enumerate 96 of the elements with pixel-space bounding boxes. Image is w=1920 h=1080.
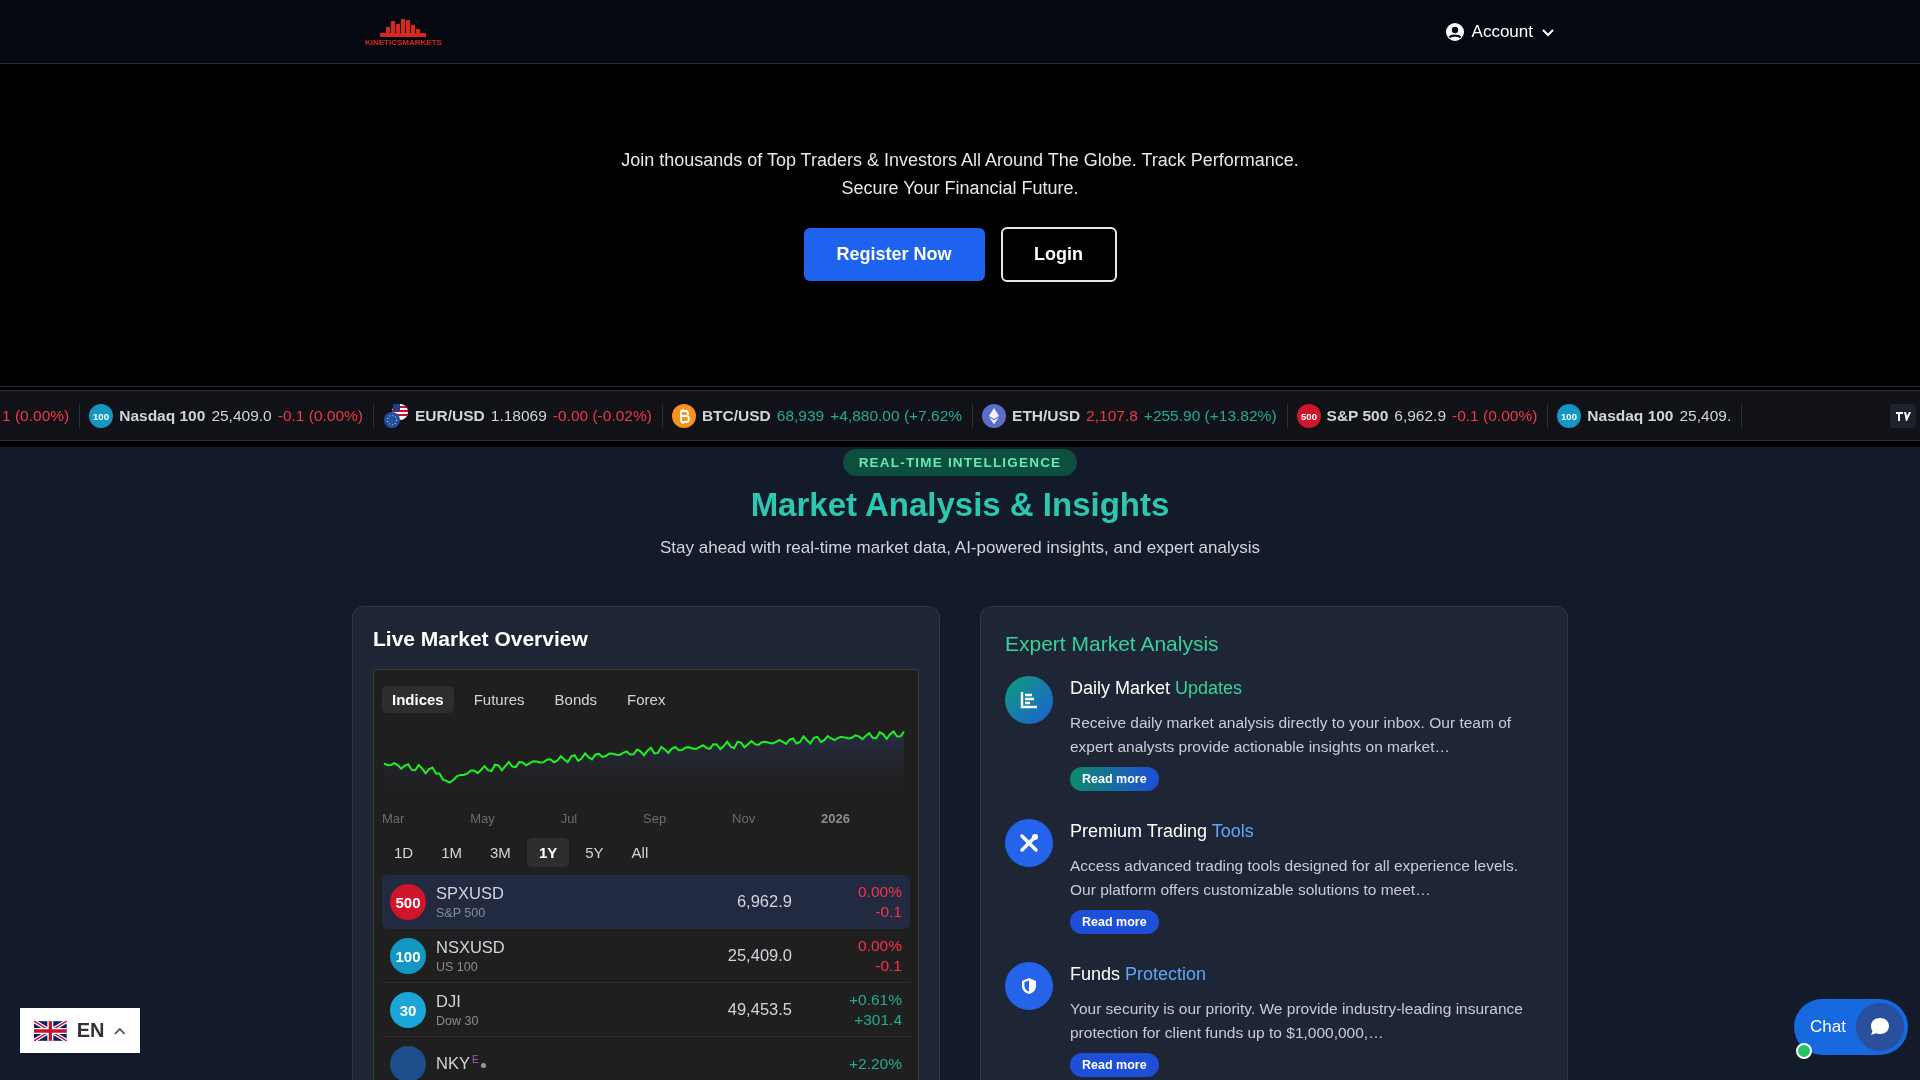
- range-button[interactable]: All: [619, 838, 661, 867]
- ticker-symbol[interactable]: Nasdaq 100: [1587, 406, 1674, 425]
- ticker-change: +4,880.00 (+7.62%: [830, 406, 963, 425]
- change-percent: +2.20%: [848, 1053, 902, 1074]
- ticker-price: 68,939: [776, 406, 825, 425]
- chevron-up-icon: [114, 1026, 126, 1035]
- chevron-down-icon: [1541, 26, 1555, 37]
- ticker-symbol[interactable]: S&P 500: [1326, 406, 1389, 425]
- market-tab[interactable]: Bonds: [544, 686, 608, 713]
- instrument-name: US 100: [436, 959, 479, 974]
- axis-label: 2026: [821, 811, 850, 826]
- user-circle-icon: [1445, 22, 1464, 41]
- feature-description: Access advanced trading tools designed for all experience levels. Our platform offers customizable solutions to meet…: [1070, 856, 1520, 900]
- axis-label: Jul: [560, 811, 578, 826]
- diamond-coin-icon: [982, 403, 1007, 428]
- skyline-bars-icon: [380, 16, 427, 37]
- instrument-row[interactable]: NKY$^{E}$ +2.20%: [382, 1037, 910, 1080]
- currency-flags-icon: [383, 402, 409, 429]
- ticker-change: -0.00 (-0.02%): [552, 406, 652, 425]
- read-more-button[interactable]: Read more: [1070, 767, 1159, 791]
- panel-title: Live Market Overview: [373, 627, 589, 651]
- instrument-symbol: SPXUSD: [436, 883, 504, 903]
- ticker-symbol[interactable]: Nasdaq 100: [119, 406, 206, 425]
- read-more-button[interactable]: Read more: [1070, 1053, 1159, 1077]
- coin-icon: [671, 403, 696, 428]
- shield-icon: [1005, 962, 1053, 1010]
- feature-description: Your security is our priority. We provide industry-leading insurance protection for client funds up to $1,000,000,…: [1070, 999, 1524, 1043]
- instrument-price: 6,962.9: [735, 892, 792, 911]
- chart-brand-icon[interactable]: [1890, 403, 1916, 428]
- speech-bubble-icon: [1856, 1003, 1904, 1051]
- section-title: Market Analysis & Insights: [749, 486, 1171, 524]
- range-button[interactable]: 1M: [429, 838, 475, 867]
- ticker-change: +255.90 (+13.82%): [1143, 406, 1277, 425]
- register-button[interactable]: Register Now: [803, 228, 985, 281]
- hero-tagline: Join thousands of Top Traders & Investors All Around The Globe. Track Performance. Secure Your Financial Future.: [620, 149, 1300, 200]
- read-more-button[interactable]: Read more: [1070, 910, 1159, 934]
- tools-icon: [1005, 819, 1053, 867]
- instrument-row[interactable]: 30 DJI Dow 30 49,453.5 +0.61% +301.4: [382, 983, 910, 1037]
- change-value: +301.4: [853, 1009, 902, 1030]
- instrument-price: 49,453.5: [726, 1000, 792, 1019]
- range-button[interactable]: 1Y: [526, 838, 570, 867]
- ticker-price: 2,107.8: [1086, 406, 1138, 425]
- ticker-change: -0.1 (0.00%): [277, 406, 363, 425]
- instrument-name: Dow 30: [436, 1013, 480, 1028]
- feature-title: Daily Market Updates: [1070, 678, 1244, 699]
- axis-label: Nov: [732, 811, 756, 826]
- ticker-change: 1 (0.00%): [2, 406, 70, 425]
- instrument-symbol: NSXUSD: [436, 937, 505, 957]
- feature-description: Receive daily market analysis directly to your inbox. Our team of expert analysts provide actionable insights on market…: [1070, 713, 1513, 757]
- ticker-symbol[interactable]: BTC/USD: [701, 406, 771, 425]
- index-badge-icon: 100: [1557, 403, 1582, 428]
- range-button[interactable]: 5Y: [573, 838, 616, 867]
- instrument-price: 25,409.0: [726, 946, 792, 965]
- ticker-symbol[interactable]: ETH/USD: [1012, 406, 1081, 425]
- feature-title: Funds Protection: [1070, 964, 1208, 985]
- index-badge-icon: 500: [390, 883, 426, 920]
- login-button[interactable]: Login: [1000, 227, 1117, 282]
- index-badge-icon: 500: [1296, 403, 1321, 428]
- change-percent: +0.61%: [848, 989, 902, 1010]
- exchange-label: E: [471, 1054, 479, 1065]
- instrument-symbol: DJI: [436, 991, 461, 1011]
- ticker-price: 25,409.: [1679, 406, 1732, 425]
- status-dot-icon: [480, 1063, 486, 1068]
- ticker-price: 1.18069: [490, 406, 547, 425]
- chat-button[interactable]: Chat: [1794, 999, 1908, 1055]
- axis-label: Mar: [382, 811, 405, 826]
- market-tab[interactable]: Indices: [382, 686, 454, 713]
- axis-label: Sep: [643, 811, 667, 826]
- section-subtitle: Stay ahead with real-time market data, AI-powered insights, and expert analysis: [659, 538, 1261, 558]
- axis-label: May: [470, 811, 495, 826]
- ticker-symbol[interactable]: EUR/USD: [415, 406, 485, 425]
- ticker-change: -0.1 (0.00%): [1452, 406, 1538, 425]
- panel-title: Expert Market Analysis: [1005, 632, 1220, 656]
- change-value: -0.1: [874, 955, 902, 976]
- ticker-price: 25,409.0: [211, 406, 272, 425]
- market-tab[interactable]: Futures: [463, 686, 535, 713]
- change-percent: 0.00%: [857, 881, 902, 902]
- flag-icon: [34, 1019, 67, 1042]
- index-badge-icon: 100: [390, 937, 426, 974]
- instrument-name: S&P 500: [436, 905, 487, 920]
- logo-text: KINETICSMARKETS: [365, 37, 442, 47]
- ticker-price: 6,962.9: [1394, 406, 1447, 425]
- range-button[interactable]: 3M: [478, 838, 523, 867]
- brand-logo[interactable]: KINETICSMARKETS: [365, 16, 442, 47]
- index-badge-icon: 100: [89, 403, 114, 428]
- section-badge: REAL-TIME INTELLIGENCE: [842, 449, 1078, 476]
- language-selector[interactable]: EN: [20, 1008, 140, 1053]
- bar-chart-icon: [1005, 676, 1053, 724]
- index-badge-icon: 30: [390, 991, 426, 1028]
- instrument-symbol: NKY: [436, 1054, 470, 1073]
- range-button[interactable]: 1D: [382, 838, 426, 867]
- account-menu[interactable]: Account: [1445, 21, 1555, 42]
- change-value: -0.1: [874, 901, 902, 922]
- market-tab[interactable]: Forex: [617, 686, 676, 713]
- feature-title: Premium Trading Tools: [1070, 821, 1255, 842]
- change-percent: 0.00%: [857, 935, 902, 956]
